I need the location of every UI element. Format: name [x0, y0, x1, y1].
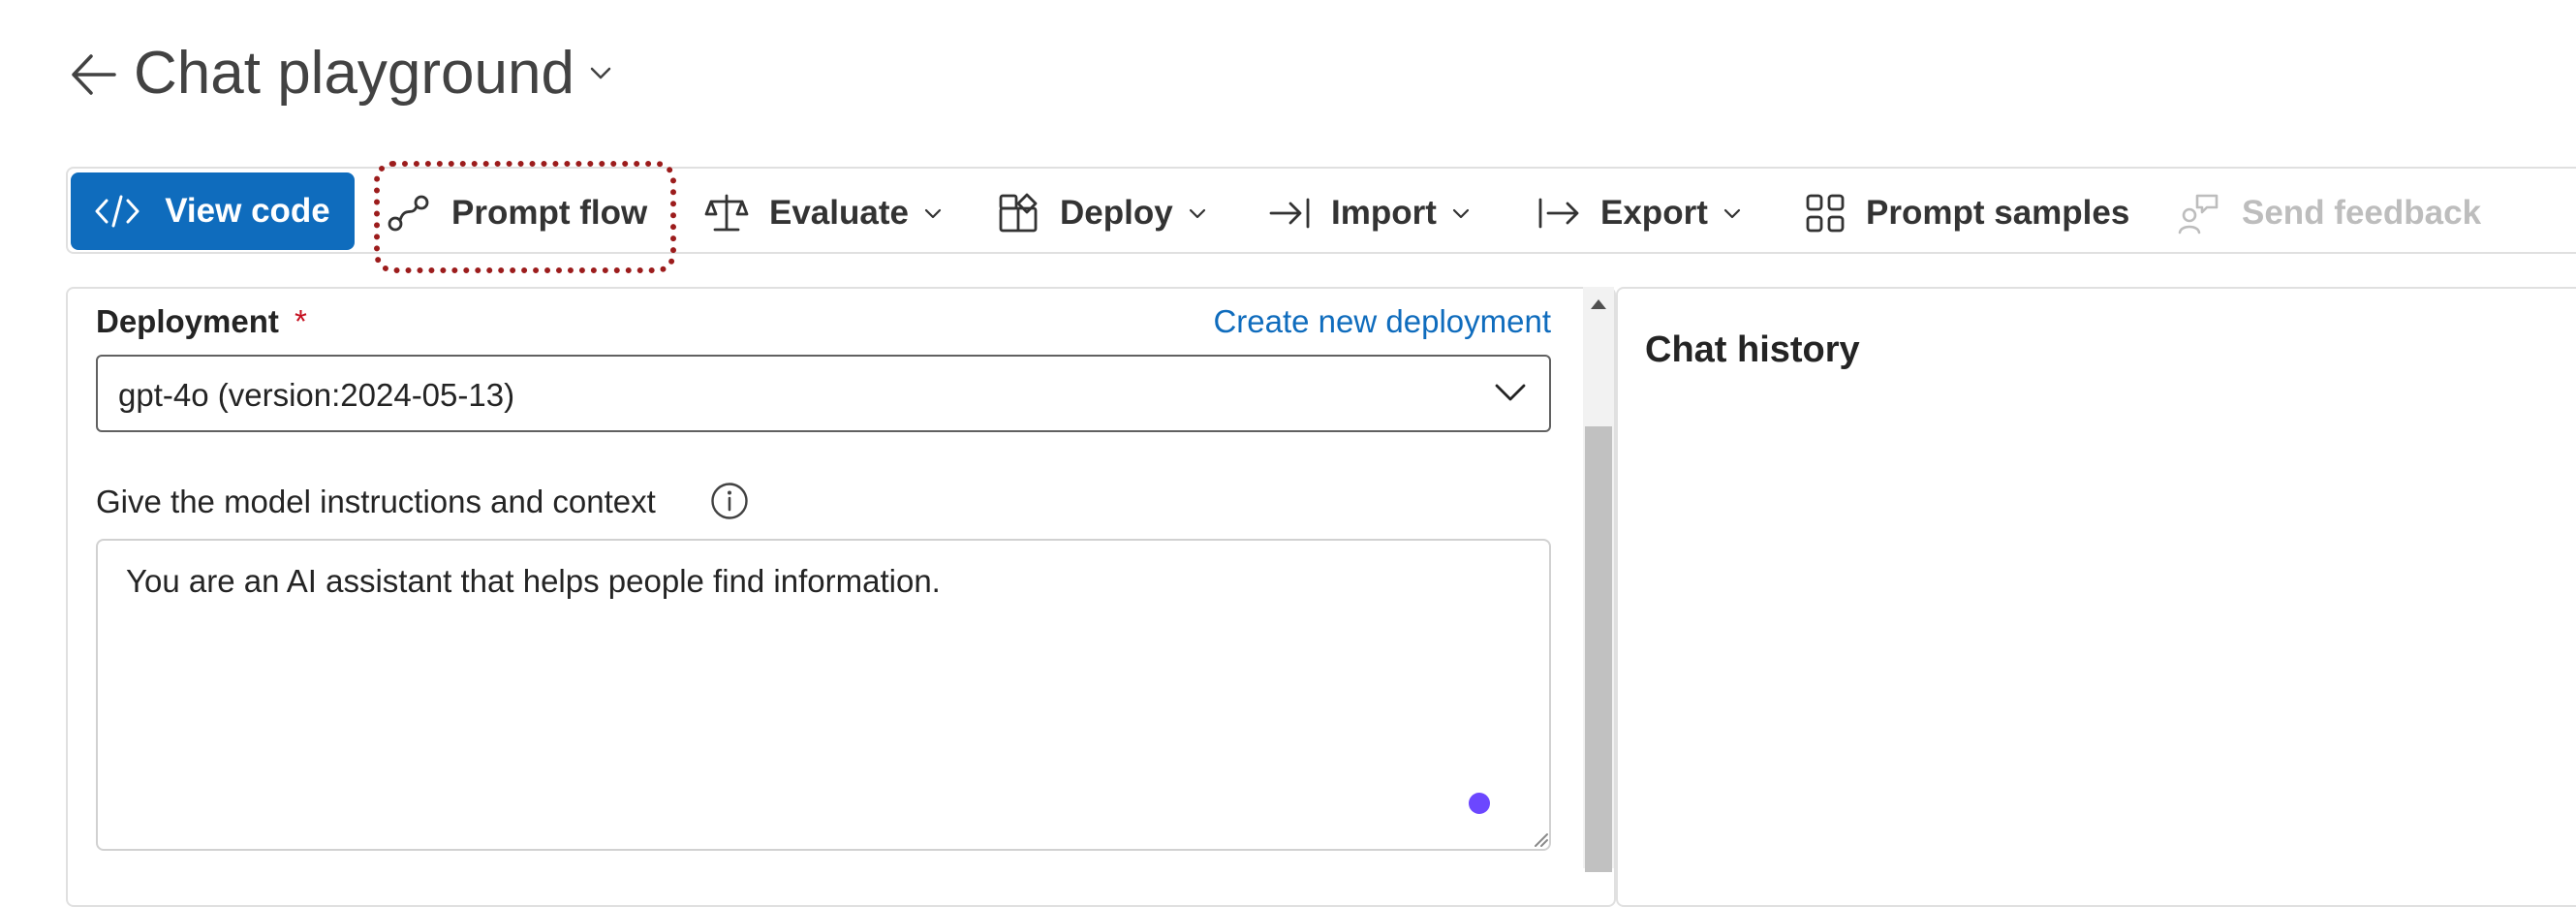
import-button[interactable]: Import — [1269, 174, 1472, 252]
deploy-label: Deploy — [1060, 194, 1173, 232]
import-label: Import — [1331, 194, 1437, 232]
system-message-text: You are an AI assistant that helps peopl… — [126, 563, 941, 599]
prompt-samples-button[interactable]: Prompt samples — [1806, 174, 2129, 252]
feedback-person-icon — [2178, 194, 2219, 235]
required-marker: * — [295, 303, 307, 339]
prompt-flow-button[interactable]: Prompt flow — [388, 174, 647, 252]
page-title: Chat playground — [134, 40, 574, 107]
export-label: Export — [1600, 194, 1708, 232]
evaluate-button[interactable]: Evaluate — [704, 174, 944, 252]
view-code-button[interactable]: View code — [71, 172, 355, 250]
import-arrow-icon — [1269, 198, 1310, 229]
back-arrow-icon[interactable] — [68, 48, 120, 101]
deploy-button[interactable]: Deploy — [998, 174, 1208, 252]
prompt-samples-label: Prompt samples — [1866, 194, 2130, 232]
evaluate-label: Evaluate — [769, 194, 909, 232]
deployment-selected-value: gpt-4o (version:2024-05-13) — [118, 377, 515, 413]
export-chevron-down-icon — [1723, 208, 1740, 219]
dropdown-chevron-down-icon — [1494, 382, 1527, 403]
export-button[interactable]: Export — [1538, 174, 1743, 252]
code-icon — [95, 195, 140, 228]
status-dot-indicator — [1469, 793, 1490, 814]
deploy-package-icon — [999, 193, 1038, 233]
grid-apps-icon — [1806, 194, 1845, 233]
create-new-deployment-link[interactable]: Create new deployment — [1066, 300, 1551, 343]
export-arrow-icon — [1538, 198, 1579, 229]
send-feedback-label: Send feedback — [2242, 194, 2482, 232]
view-code-label: View code — [165, 192, 330, 230]
deployment-label: Deployment — [96, 303, 279, 339]
send-feedback-button[interactable]: Send feedback — [2178, 174, 2481, 252]
info-icon[interactable] — [710, 482, 749, 520]
prompt-flow-label: Prompt flow — [451, 194, 648, 232]
chat-panel — [1616, 287, 2576, 907]
instructions-label: Give the model instructions and context — [96, 484, 656, 519]
chat-history-title: Chat history — [1645, 329, 1860, 370]
resize-grip-icon[interactable] — [1531, 829, 1548, 847]
scrollbar-thumb[interactable] — [1585, 426, 1612, 872]
scroll-up-arrow-icon[interactable] — [1589, 297, 1608, 310]
scale-icon — [704, 194, 749, 232]
title-dropdown-chevron-icon[interactable] — [586, 58, 615, 87]
evaluate-chevron-down-icon — [924, 208, 942, 219]
deploy-chevron-down-icon — [1189, 208, 1205, 219]
prompt-flow-icon — [388, 195, 429, 232]
import-chevron-down-icon — [1452, 208, 1469, 219]
